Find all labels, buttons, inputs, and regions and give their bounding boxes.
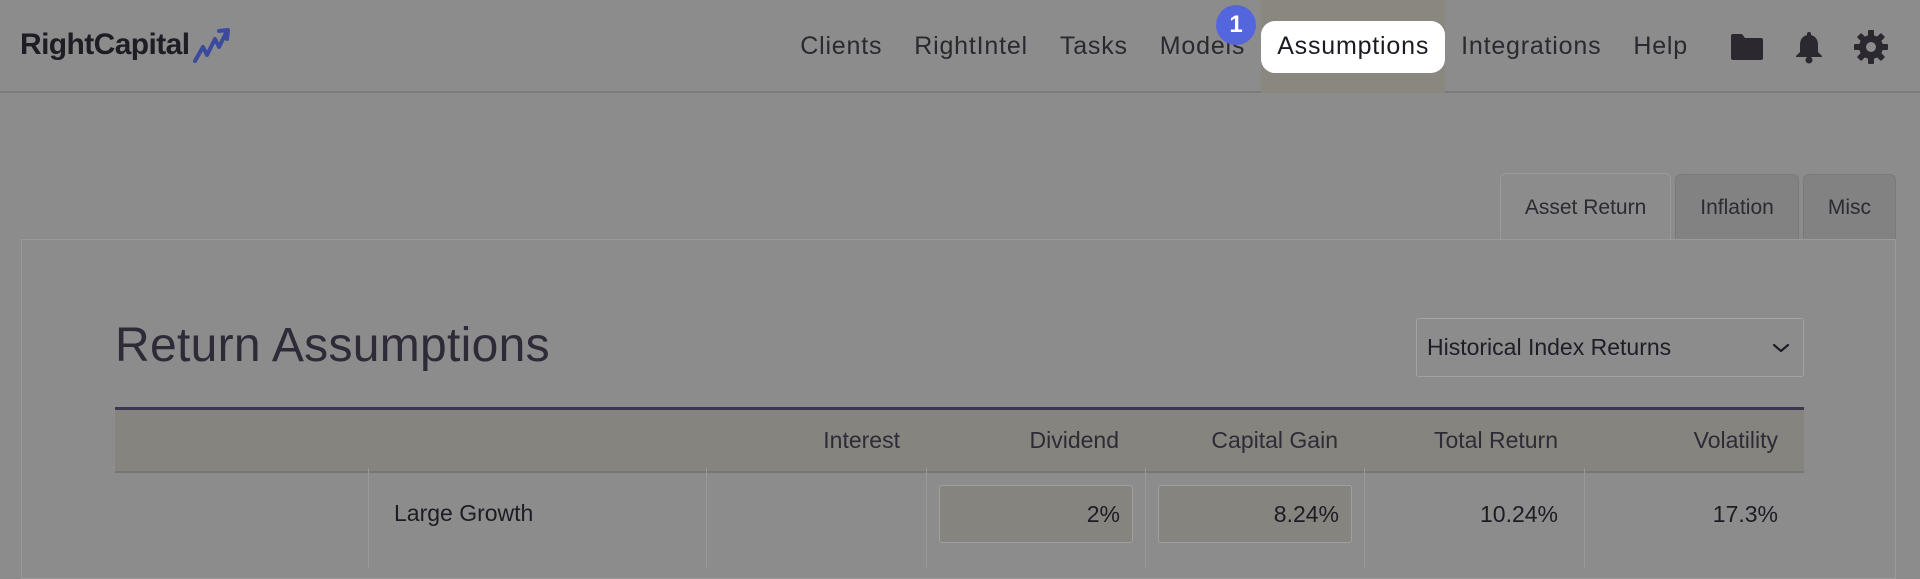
page-title: Return Assumptions bbox=[115, 319, 550, 372]
capital-gain-input[interactable]: 8.24% bbox=[1158, 485, 1352, 543]
asset-class-label: Large Growth bbox=[394, 499, 534, 526]
top-navigation: RightCapital Clients RightIntel Tasks Mo… bbox=[0, 0, 1920, 93]
table-row: Large Growth 2% 8.24% 10.24% 17.3% bbox=[115, 473, 1804, 563]
main-nav: Clients RightIntel Tasks Models Assumpti… bbox=[784, 0, 1920, 93]
header-interest: Interest bbox=[823, 427, 900, 453]
gear-icon[interactable] bbox=[1840, 0, 1902, 93]
nav-integrations[interactable]: Integrations bbox=[1445, 0, 1617, 93]
nav-assumptions-label: Assumptions bbox=[1261, 20, 1446, 73]
select-value: Historical Index Returns bbox=[1427, 334, 1672, 360]
tab-asset-return[interactable]: Asset Return bbox=[1499, 173, 1672, 241]
header-dividend: Dividend bbox=[1029, 427, 1120, 453]
nav-tasks[interactable]: Tasks bbox=[1044, 0, 1144, 93]
dividend-input[interactable]: 2% bbox=[939, 485, 1133, 543]
rightcapital-logo[interactable]: RightCapital bbox=[20, 24, 233, 66]
header-capital-gain: Capital Gain bbox=[1211, 427, 1338, 453]
tab-inflation[interactable]: Inflation bbox=[1675, 174, 1799, 240]
volatility-value: 17.3% bbox=[1712, 500, 1778, 527]
chevron-down-icon bbox=[1772, 343, 1790, 352]
return-assumptions-table: Interest Dividend Capital Gain Total Ret… bbox=[115, 407, 1804, 568]
table-header: Interest Dividend Capital Gain Total Ret… bbox=[115, 407, 1804, 473]
tab-misc[interactable]: Misc bbox=[1802, 174, 1896, 240]
nav-help[interactable]: Help bbox=[1617, 0, 1704, 93]
assumption-tabs: Asset Return Inflation Misc bbox=[1499, 173, 1896, 241]
header-volatility: Volatility bbox=[1693, 427, 1778, 453]
nav-assumptions[interactable]: Assumptions bbox=[1261, 0, 1446, 93]
nav-rightintel[interactable]: RightIntel bbox=[898, 0, 1044, 93]
step-badge: 1 bbox=[1216, 5, 1256, 45]
brand-name: RightCapital bbox=[20, 28, 190, 61]
nav-clients[interactable]: Clients bbox=[784, 0, 898, 93]
return-source-select[interactable]: Historical Index Returns bbox=[1416, 318, 1804, 377]
logo-mark-icon bbox=[193, 28, 231, 63]
bell-icon[interactable] bbox=[1778, 0, 1840, 93]
total-return-value: 10.24% bbox=[1479, 500, 1558, 527]
folder-icon[interactable] bbox=[1716, 0, 1778, 93]
header-total-return: Total Return bbox=[1433, 427, 1558, 453]
